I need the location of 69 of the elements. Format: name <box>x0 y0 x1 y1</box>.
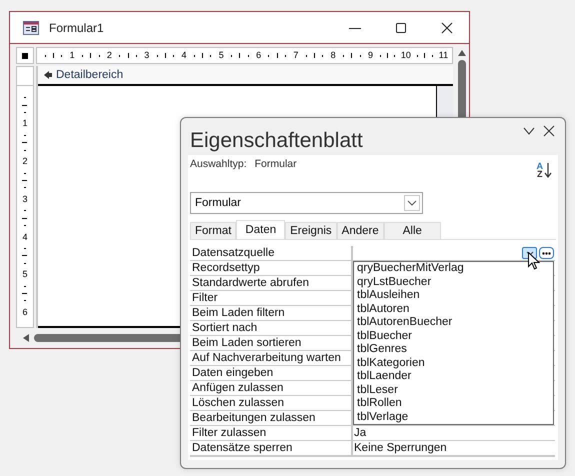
form-icon <box>23 20 39 34</box>
ruler-number: 11 <box>438 51 448 60</box>
property-name: Daten eingeben <box>190 366 351 380</box>
property-name: Recordsettyp <box>190 261 351 275</box>
ruler-number: 4 <box>22 232 28 242</box>
close-icon[interactable] <box>543 125 555 137</box>
scroll-left-icon[interactable] <box>22 333 30 343</box>
property-name: Filter zulassen <box>190 426 351 440</box>
property-name: Löschen zulassen <box>190 396 351 410</box>
property-name: Sortiert nach <box>190 321 351 335</box>
ruler-number: 9 <box>368 51 373 60</box>
ruler-number: 2 <box>106 51 112 60</box>
sort-button[interactable]: A Z <box>536 162 552 178</box>
property-name: Anfügen zulassen <box>190 381 351 395</box>
ruler-number: 3 <box>144 51 150 60</box>
selection-type: Formular <box>254 158 297 170</box>
dropdown-item[interactable]: tblLaender <box>354 370 553 384</box>
ruler-number: 8 <box>330 51 336 60</box>
dropdown-item[interactable]: tblGenres <box>354 343 553 356</box>
scroll-up-icon[interactable] <box>457 49 467 57</box>
dropdown-item[interactable]: tblAutorenBuecher <box>354 316 553 330</box>
property-name: Datensatzquelle <box>190 246 351 260</box>
section-header[interactable]: Detailbereich <box>38 66 453 86</box>
ruler-number: 5 <box>218 51 224 60</box>
dropdown-item[interactable]: tblLeser <box>354 384 553 397</box>
dropdown-item[interactable]: qryBuecherMitVerlag <box>354 262 553 276</box>
ruler-number: 7 <box>293 51 298 60</box>
ruler-number: 6 <box>22 308 28 317</box>
ruler-number: 6 <box>256 51 262 60</box>
tab[interactable]: Andere <box>336 222 384 239</box>
ellipsis-icon <box>542 252 551 254</box>
ruler-number: 1 <box>70 51 75 60</box>
selection-type-label: Auswahltyp: <box>190 158 247 170</box>
section-title: Detailbereich <box>56 69 124 81</box>
dropdown-item[interactable]: tblKategorien <box>354 356 553 370</box>
property-name: Bearbeitungen zulassen <box>190 411 351 425</box>
dropdown-item[interactable]: qryLstBuecher <box>354 276 553 289</box>
select-form-button[interactable] <box>16 47 34 64</box>
dropdown-item[interactable]: tblRollen <box>354 397 553 410</box>
maximize-icon[interactable] <box>395 22 407 34</box>
property-name: Standardwerte abrufen <box>190 276 351 290</box>
property-name: Datensätze sperren <box>190 441 351 455</box>
ruler-number: 2 <box>22 157 28 166</box>
dropdown-item[interactable]: tblBuecher <box>354 330 553 343</box>
property-name: Auf Nachverarbeitung warten <box>190 351 351 365</box>
ruler-number: 1 <box>22 119 28 128</box>
property-name: Filter <box>190 291 351 305</box>
ruler-number: 4 <box>181 51 186 60</box>
dropdown-item[interactable]: tblVerlage <box>354 410 553 424</box>
tab[interactable]: Format <box>190 222 236 239</box>
close-icon[interactable] <box>441 22 453 34</box>
tab[interactable]: Alle <box>384 222 441 239</box>
chevron-icon[interactable] <box>523 127 535 135</box>
arrow-icon <box>43 70 53 80</box>
panel-title: Eigenschaftenblatt <box>189 129 363 154</box>
builder-button[interactable] <box>539 247 554 259</box>
dropdown-item[interactable]: tblAusleihen <box>354 289 553 302</box>
ruler-number: 10 <box>400 51 411 60</box>
dropdown-item[interactable]: tblAutoren <box>354 302 553 316</box>
property-value: Ja <box>354 426 366 440</box>
ruler-number: 5 <box>22 270 28 280</box>
tab[interactable]: Ereignis <box>285 222 337 239</box>
object-combo-box[interactable]: Formular <box>190 192 423 214</box>
tab[interactable]: Daten <box>236 220 286 239</box>
window-title: Formular1 <box>49 20 104 34</box>
property-name: Beim Laden filtern <box>190 306 351 320</box>
property-name: Beim Laden sortieren <box>190 336 351 350</box>
property-value: Keine Sperrungen <box>354 441 447 455</box>
ruler-number: 3 <box>22 194 28 204</box>
